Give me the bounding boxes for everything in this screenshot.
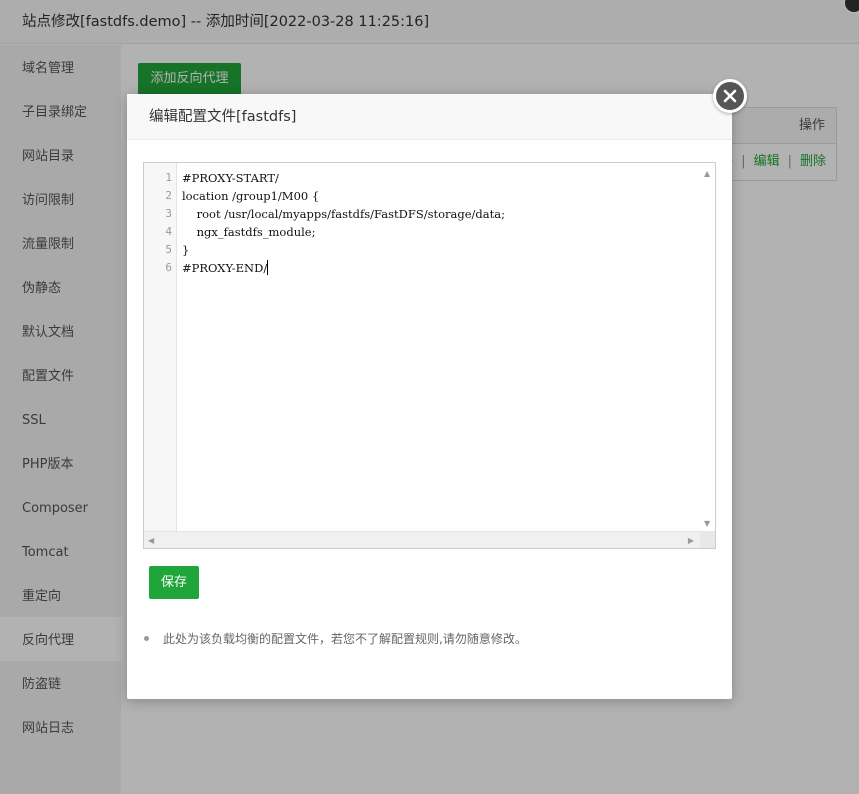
line-number-gutter: 1 2 3 4 5 6 [144, 163, 177, 531]
scrollbar-corner [700, 531, 715, 548]
line-number: 5 [165, 243, 172, 256]
horizontal-scrollbar[interactable]: ◀ ▶ [144, 531, 700, 548]
text-cursor [267, 260, 269, 275]
modal-title: 编辑配置文件[fastdfs] [127, 94, 732, 140]
code-line: ngx_fastdfs_module; [182, 225, 316, 239]
bullet-icon [144, 636, 149, 641]
code-line: #PROXY-START/ [182, 171, 279, 185]
code-line: } [182, 243, 190, 257]
code-line-last: #PROXY-END/ [182, 259, 699, 277]
scroll-up-icon[interactable]: ▲ [704, 169, 710, 179]
code-line: location /group1/M00 { [182, 189, 320, 203]
line-number: 6 [165, 261, 172, 274]
edit-config-modal: 编辑配置文件[fastdfs] 1 2 3 4 5 6 #PROXY-START… [127, 79, 747, 699]
modal-close-icon[interactable] [713, 79, 747, 113]
vertical-scrollbar[interactable]: ▲ ▼ [700, 163, 715, 531]
code-content[interactable]: #PROXY-START/ location /group1/M00 { roo… [182, 169, 699, 277]
line-number: 2 [165, 189, 172, 202]
scroll-left-icon[interactable]: ◀ [148, 536, 154, 546]
save-button[interactable]: 保存 [149, 566, 199, 599]
line-number: 4 [165, 225, 172, 238]
line-number: 1 [165, 171, 172, 184]
line-number: 3 [165, 207, 172, 220]
code-line: root /usr/local/myapps/fastdfs/FastDFS/s… [182, 207, 505, 221]
code-line: #PROXY-END/ [182, 261, 268, 275]
config-code-editor[interactable]: 1 2 3 4 5 6 #PROXY-START/ location /grou… [143, 162, 716, 549]
config-tip-text: 此处为该负载均衡的配置文件，若您不了解配置规则,请勿随意修改。 [163, 632, 527, 646]
scroll-right-icon[interactable]: ▶ [688, 536, 694, 546]
scroll-down-icon[interactable]: ▼ [704, 519, 710, 529]
